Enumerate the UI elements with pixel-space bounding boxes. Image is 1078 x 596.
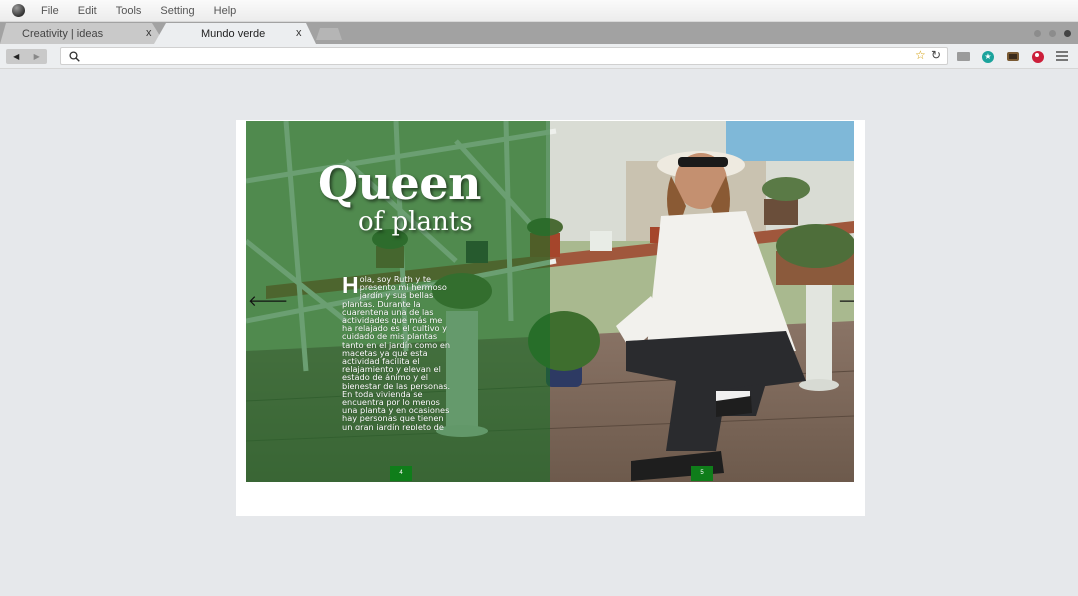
browser-toolbar: ◀ ▶ ☆ ↻ ★ [0,44,1078,69]
tab-strip: Creativity | ideas x Mundo verde x [0,22,1078,44]
tab-creativity-ideas[interactable]: Creativity | ideas x [0,23,165,44]
body-text-block: H ola, soy Ruth y te presento mi hermoso… [342,275,454,430]
window-close-icon[interactable] [1064,30,1071,37]
menu-edit[interactable]: Edit [78,5,97,17]
menu-icon[interactable] [1056,51,1068,61]
forward-button[interactable]: ▶ [34,52,40,61]
tab-label: Mundo verde [201,27,266,40]
page-number-right: 5 [691,466,713,481]
new-tab-button[interactable] [316,28,342,40]
address-bar[interactable]: ☆ ↻ [60,47,948,65]
page-number-left: 4 [390,466,412,481]
extension-red-icon[interactable] [1032,51,1044,63]
extension-brown-icon[interactable] [1007,52,1019,61]
tab-label: Creativity | ideas [22,27,104,40]
menu-help[interactable]: Help [214,5,237,17]
next-page-arrow-icon[interactable]: 🡒 [838,291,854,310]
drop-cap: H [342,275,359,298]
app-logo-icon[interactable] [12,4,25,17]
extension-teal-icon[interactable]: ★ [982,51,994,63]
tab-mundo-verde[interactable]: Mundo verde x [154,23,316,44]
star-icon[interactable]: ☆ [915,48,926,62]
body-text: ola, soy Ruth y te presento mi hermoso j… [342,275,451,430]
tab-close-icon[interactable]: x [146,27,152,39]
menu-setting[interactable]: Setting [160,5,194,17]
menu-file[interactable]: File [41,5,59,17]
book-spread: Queen of plants H ola, soy Ruth y te pre… [246,121,854,482]
previous-page-arrow-icon[interactable]: 🡐 [248,291,288,310]
window-minimize-icon[interactable] [1034,30,1041,37]
menu-bar: File Edit Tools Setting Help [0,0,1078,22]
page-subtitle: of plants [358,207,473,237]
search-icon [69,51,80,62]
back-button[interactable]: ◀ [13,52,19,61]
reload-icon[interactable]: ↻ [931,48,941,62]
tab-close-icon[interactable]: x [296,27,302,39]
page-title: Queen [318,156,482,210]
menu-tools[interactable]: Tools [116,5,142,17]
nav-buttons: ◀ ▶ [6,49,47,64]
extension-grey-icon[interactable] [957,52,970,61]
window-maximize-icon[interactable] [1049,30,1056,37]
